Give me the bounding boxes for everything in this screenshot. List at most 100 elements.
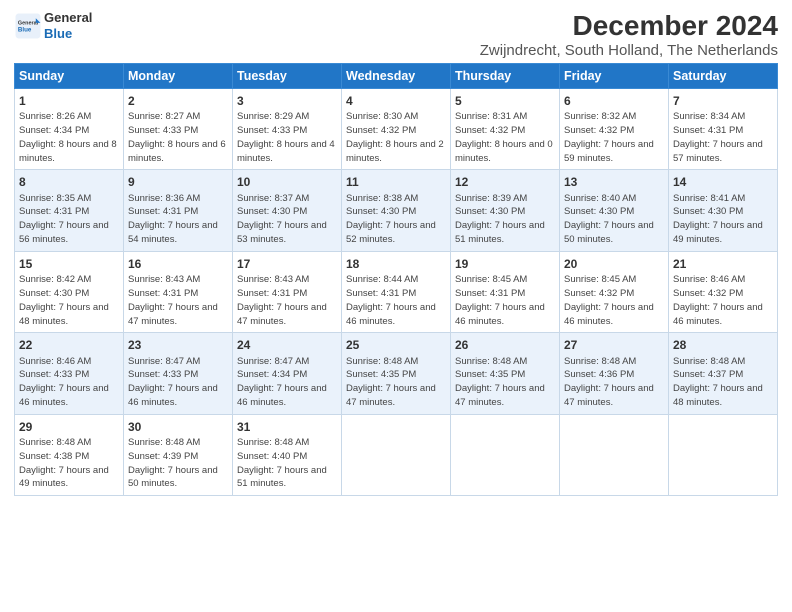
day-number: 28 bbox=[673, 337, 773, 353]
day-number: 6 bbox=[564, 93, 664, 109]
sunrise-info: Sunrise: 8:43 AMSunset: 4:31 PMDaylight:… bbox=[237, 274, 327, 326]
logo-text-blue: Blue bbox=[44, 26, 92, 42]
subtitle: Zwijndrecht, South Holland, The Netherla… bbox=[480, 42, 778, 59]
sunrise-info: Sunrise: 8:48 AMSunset: 4:35 PMDaylight:… bbox=[346, 356, 436, 408]
day-number: 25 bbox=[346, 337, 446, 353]
day-number: 11 bbox=[346, 174, 446, 190]
day-number: 29 bbox=[19, 419, 119, 435]
sunrise-info: Sunrise: 8:47 AMSunset: 4:34 PMDaylight:… bbox=[237, 356, 327, 408]
day-number: 1 bbox=[19, 93, 119, 109]
sunrise-info: Sunrise: 8:34 AMSunset: 4:31 PMDaylight:… bbox=[673, 111, 763, 163]
logo-icon: General Blue bbox=[14, 12, 42, 40]
day-cell-5-3: 31 Sunrise: 8:48 AMSunset: 4:40 PMDayligh… bbox=[233, 414, 342, 495]
day-cell-5-6 bbox=[560, 414, 669, 495]
week-row-4: 22 Sunrise: 8:46 AMSunset: 4:33 PMDayligh… bbox=[15, 333, 778, 414]
day-cell-4-5: 26 Sunrise: 8:48 AMSunset: 4:35 PMDayligh… bbox=[451, 333, 560, 414]
sunrise-info: Sunrise: 8:46 AMSunset: 4:33 PMDaylight:… bbox=[19, 356, 109, 408]
day-cell-4-4: 25 Sunrise: 8:48 AMSunset: 4:35 PMDayligh… bbox=[342, 333, 451, 414]
day-number: 4 bbox=[346, 93, 446, 109]
day-cell-3-1: 15 Sunrise: 8:42 AMSunset: 4:30 PMDayligh… bbox=[15, 251, 124, 332]
sunrise-info: Sunrise: 8:36 AMSunset: 4:31 PMDaylight:… bbox=[128, 193, 218, 245]
day-number: 17 bbox=[237, 256, 337, 272]
day-cell-1-7: 7 Sunrise: 8:34 AMSunset: 4:31 PMDaylight… bbox=[669, 89, 778, 170]
day-cell-5-1: 29 Sunrise: 8:48 AMSunset: 4:38 PMDayligh… bbox=[15, 414, 124, 495]
day-number: 7 bbox=[673, 93, 773, 109]
day-cell-3-5: 19Sunrise: 8:45 AMSunset: 4:31 PMDayligh… bbox=[451, 251, 560, 332]
main-title: December 2024 bbox=[480, 10, 778, 42]
logo-text-general: General bbox=[44, 10, 92, 26]
sunrise-info: Sunrise: 8:29 AMSunset: 4:33 PMDaylight:… bbox=[237, 111, 335, 163]
sunrise-info: Sunrise: 8:48 AMSunset: 4:38 PMDaylight:… bbox=[19, 437, 109, 489]
day-number: 18 bbox=[346, 256, 446, 272]
day-number: 14 bbox=[673, 174, 773, 190]
sunrise-info: Sunrise: 8:40 AMSunset: 4:30 PMDaylight:… bbox=[564, 193, 654, 245]
day-number: 31 bbox=[237, 419, 337, 435]
day-cell-2-7: 14 Sunrise: 8:41 AMSunset: 4:30 PMDayligh… bbox=[669, 170, 778, 251]
day-cell-4-3: 24 Sunrise: 8:47 AMSunset: 4:34 PMDayligh… bbox=[233, 333, 342, 414]
day-cell-4-7: 28 Sunrise: 8:48 AMSunset: 4:37 PMDayligh… bbox=[669, 333, 778, 414]
day-cell-3-3: 17 Sunrise: 8:43 AMSunset: 4:31 PMDayligh… bbox=[233, 251, 342, 332]
sunrise-info: Sunrise: 8:43 AMSunset: 4:31 PMDaylight:… bbox=[128, 274, 218, 326]
day-cell-5-2: 30 Sunrise: 8:48 AMSunset: 4:39 PMDayligh… bbox=[124, 414, 233, 495]
day-number: 26 bbox=[455, 337, 555, 353]
svg-text:General: General bbox=[18, 20, 39, 26]
day-cell-5-5 bbox=[451, 414, 560, 495]
day-cell-1-5: 5Sunrise: 8:31 AMSunset: 4:32 PMDaylight… bbox=[451, 89, 560, 170]
sunrise-info: Sunrise: 8:31 AMSunset: 4:32 PMDaylight:… bbox=[455, 111, 553, 163]
week-row-2: 8Sunrise: 8:35 AMSunset: 4:31 PMDaylight… bbox=[15, 170, 778, 251]
sunrise-info: Sunrise: 8:48 AMSunset: 4:35 PMDaylight:… bbox=[455, 356, 545, 408]
logo: General Blue General Blue bbox=[14, 10, 92, 41]
sunrise-info: Sunrise: 8:30 AMSunset: 4:32 PMDaylight:… bbox=[346, 111, 444, 163]
day-number: 9 bbox=[128, 174, 228, 190]
page-container: General Blue General Blue December 2024 … bbox=[0, 0, 792, 502]
day-number: 2 bbox=[128, 93, 228, 109]
sunrise-info: Sunrise: 8:47 AMSunset: 4:33 PMDaylight:… bbox=[128, 356, 218, 408]
day-number: 12 bbox=[455, 174, 555, 190]
sunrise-info: Sunrise: 8:37 AMSunset: 4:30 PMDaylight:… bbox=[237, 193, 327, 245]
title-block: December 2024 Zwijndrecht, South Holland… bbox=[480, 10, 778, 59]
sunrise-info: Sunrise: 8:26 AMSunset: 4:34 PMDaylight:… bbox=[19, 111, 117, 163]
day-cell-2-2: 9 Sunrise: 8:36 AMSunset: 4:31 PMDaylight… bbox=[124, 170, 233, 251]
day-cell-2-3: 10 Sunrise: 8:37 AMSunset: 4:30 PMDayligh… bbox=[233, 170, 342, 251]
day-number: 10 bbox=[237, 174, 337, 190]
day-number: 30 bbox=[128, 419, 228, 435]
day-cell-1-3: 3 Sunrise: 8:29 AMSunset: 4:33 PMDaylight… bbox=[233, 89, 342, 170]
day-cell-5-7 bbox=[669, 414, 778, 495]
day-cell-1-2: 2 Sunrise: 8:27 AMSunset: 4:33 PMDaylight… bbox=[124, 89, 233, 170]
calendar-table: SundayMondayTuesdayWednesdayThursdayFrid… bbox=[14, 63, 778, 496]
week-row-3: 15 Sunrise: 8:42 AMSunset: 4:30 PMDayligh… bbox=[15, 251, 778, 332]
sunrise-info: Sunrise: 8:41 AMSunset: 4:30 PMDaylight:… bbox=[673, 193, 763, 245]
day-number: 3 bbox=[237, 93, 337, 109]
day-number: 15 bbox=[19, 256, 119, 272]
day-number: 27 bbox=[564, 337, 664, 353]
day-cell-3-2: 16 Sunrise: 8:43 AMSunset: 4:31 PMDayligh… bbox=[124, 251, 233, 332]
sunrise-info: Sunrise: 8:45 AMSunset: 4:32 PMDaylight:… bbox=[564, 274, 654, 326]
week-row-5: 29 Sunrise: 8:48 AMSunset: 4:38 PMDayligh… bbox=[15, 414, 778, 495]
week-row-1: 1 Sunrise: 8:26 AMSunset: 4:34 PMDaylight… bbox=[15, 89, 778, 170]
sunrise-info: Sunrise: 8:32 AMSunset: 4:32 PMDaylight:… bbox=[564, 111, 654, 163]
day-cell-1-1: 1 Sunrise: 8:26 AMSunset: 4:34 PMDaylight… bbox=[15, 89, 124, 170]
svg-text:Blue: Blue bbox=[18, 26, 32, 33]
calendar-header-row: SundayMondayTuesdayWednesdayThursdayFrid… bbox=[15, 64, 778, 89]
day-number: 22 bbox=[19, 337, 119, 353]
col-header-thursday: Thursday bbox=[451, 64, 560, 89]
sunrise-info: Sunrise: 8:48 AMSunset: 4:39 PMDaylight:… bbox=[128, 437, 218, 489]
sunrise-info: Sunrise: 8:48 AMSunset: 4:40 PMDaylight:… bbox=[237, 437, 327, 489]
day-number: 16 bbox=[128, 256, 228, 272]
col-header-friday: Friday bbox=[560, 64, 669, 89]
day-number: 21 bbox=[673, 256, 773, 272]
day-number: 19 bbox=[455, 256, 555, 272]
sunrise-info: Sunrise: 8:42 AMSunset: 4:30 PMDaylight:… bbox=[19, 274, 109, 326]
day-cell-4-2: 23Sunrise: 8:47 AMSunset: 4:33 PMDayligh… bbox=[124, 333, 233, 414]
day-cell-1-4: 4 Sunrise: 8:30 AMSunset: 4:32 PMDaylight… bbox=[342, 89, 451, 170]
sunrise-info: Sunrise: 8:48 AMSunset: 4:37 PMDaylight:… bbox=[673, 356, 763, 408]
day-cell-3-7: 21Sunrise: 8:46 AMSunset: 4:32 PMDayligh… bbox=[669, 251, 778, 332]
header: General Blue General Blue December 2024 … bbox=[14, 10, 778, 59]
sunrise-info: Sunrise: 8:27 AMSunset: 4:33 PMDaylight:… bbox=[128, 111, 226, 163]
sunrise-info: Sunrise: 8:39 AMSunset: 4:30 PMDaylight:… bbox=[455, 193, 545, 245]
day-cell-3-6: 20Sunrise: 8:45 AMSunset: 4:32 PMDayligh… bbox=[560, 251, 669, 332]
col-header-sunday: Sunday bbox=[15, 64, 124, 89]
col-header-saturday: Saturday bbox=[669, 64, 778, 89]
day-number: 24 bbox=[237, 337, 337, 353]
col-header-wednesday: Wednesday bbox=[342, 64, 451, 89]
